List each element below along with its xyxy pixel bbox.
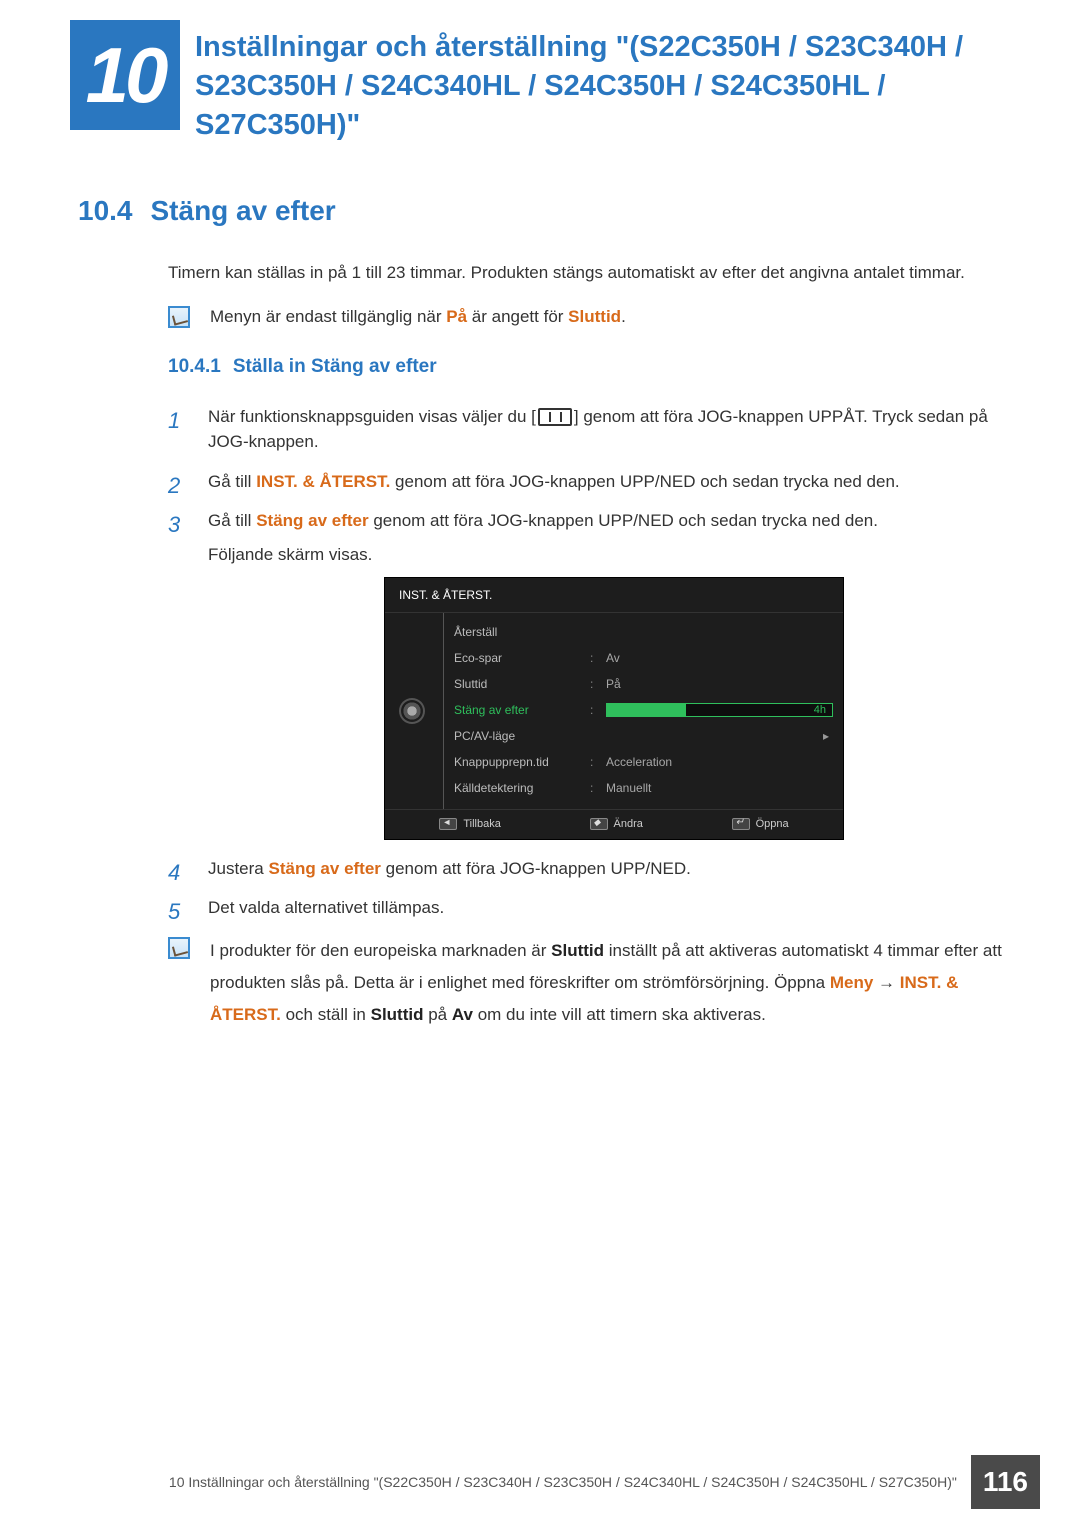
footer-text: 10 Inställningar och återställning "(S22…: [169, 1472, 957, 1493]
key-adjust-icon: [590, 818, 608, 830]
osd-footer: Tillbaka Ändra Öppna: [385, 809, 843, 839]
section-heading: 10.4 Stäng av efter: [78, 190, 1020, 232]
osd-row-selected: Stäng av efter:4h: [454, 697, 833, 723]
note-text: Menyn är endast tillgänglig när På är an…: [210, 304, 1020, 330]
note-text: I produkter för den europeiska marknaden…: [210, 935, 1020, 1032]
osd-row: Källdetektering:Manuellt: [454, 775, 833, 801]
step-5: 5 Det valda alternativet tillämpas.: [168, 895, 1020, 921]
chapter-title: Inställningar och återställning "(S22C35…: [195, 28, 1020, 145]
key-enter-icon: [732, 818, 750, 830]
osd-menu: Återställ Eco-spar:Av Sluttid:På Stäng a…: [443, 613, 843, 809]
subsection-heading: 10.4.1 Ställa in Stäng av efter: [168, 353, 1020, 382]
subsection-number: 10.4.1: [168, 356, 221, 377]
key-back-icon: [439, 818, 457, 830]
subsection-title: Ställa in Stäng av efter: [233, 356, 437, 377]
menu-icon: [538, 408, 572, 426]
osd-slider: 4h: [606, 703, 833, 717]
page-footer: 10 Inställningar och återställning "(S22…: [0, 1455, 1080, 1509]
osd-screenshot: INST. & ÅTERST. Återställ Eco-spar:Av Sl…: [384, 577, 844, 840]
note-block: I produkter för den europeiska marknaden…: [168, 935, 1020, 1032]
osd-row: Sluttid:På: [454, 671, 833, 697]
step-3: 3 Gå till Stäng av efter genom att föra …: [168, 508, 1020, 840]
note-block: Menyn är endast tillgänglig när På är an…: [168, 304, 1020, 330]
section-number: 10.4: [78, 195, 133, 226]
section-title: Stäng av efter: [151, 195, 336, 226]
step-1: 1 När funktionsknappsguiden visas väljer…: [168, 404, 1020, 455]
chapter-number-badge: 10: [70, 20, 180, 130]
note-icon: [168, 306, 190, 328]
intro-text: Timern kan ställas in på 1 till 23 timma…: [168, 260, 1020, 286]
osd-row: PC/AV-läge▸: [454, 723, 833, 749]
osd-row: Återställ: [454, 619, 833, 645]
step-2: 2 Gå till INST. & ÅTERST. genom att föra…: [168, 469, 1020, 495]
steps-list: 1 När funktionsknappsguiden visas väljer…: [168, 404, 1020, 921]
osd-row: Knappupprepn.tid:Acceleration: [454, 749, 833, 775]
page-number: 116: [971, 1455, 1040, 1509]
note-icon: [168, 937, 190, 959]
chevron-right-icon: ▸: [819, 727, 833, 745]
osd-row: Eco-spar:Av: [454, 645, 833, 671]
step-4: 4 Justera Stäng av efter genom att föra …: [168, 856, 1020, 882]
arrow-right-icon: →: [873, 973, 899, 992]
gear-icon: [401, 700, 423, 722]
osd-title: INST. & ÅTERST.: [385, 578, 843, 613]
